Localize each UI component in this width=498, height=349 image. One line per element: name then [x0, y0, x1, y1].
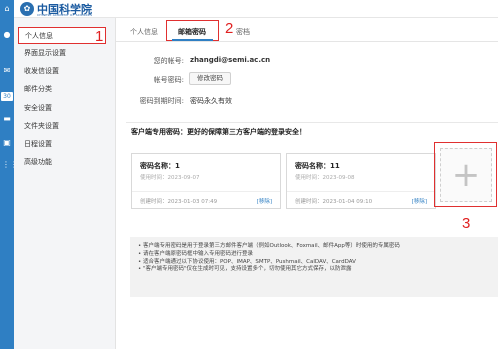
card-name: 密码名称：11: [295, 162, 340, 170]
sidebar-item-folders[interactable]: 文件夹设置: [14, 118, 115, 135]
remove-link[interactable]: [移除]: [257, 197, 272, 205]
settings-sidebar: 个人信息 界面显示设置 收发信设置 邮件分类 安全设置 文件夹设置 日程设置 高…: [14, 18, 116, 349]
user-icon[interactable]: ●: [2, 30, 12, 39]
account-label: 您的帐号:: [153, 57, 184, 65]
tab-highlight-box: [166, 20, 219, 41]
logo-bar: ✿ 中国科学院 CHINESE ACADEMY OF SCIENCES: [14, 0, 498, 18]
client-password-notes: • 客户端专用密码是用于登录第三方邮件客户端（例如Outlook、Foxmail…: [130, 237, 498, 297]
password-label: 帐号密码:: [153, 76, 184, 84]
plus-icon[interactable]: +: [440, 148, 492, 202]
account-value: zhangdi@semi.ac.cn: [190, 56, 271, 64]
card-created-time: 创建时间：2023-01-03 07:49: [140, 199, 218, 205]
tab-password-archive[interactable]: 密档: [236, 23, 250, 41]
sidebar-item-advanced[interactable]: 高级功能: [14, 154, 115, 171]
note-line: • "客户端专用密码"仅在生成时可见，支持设置多个，切勿使用其它方式保存，以防泄…: [138, 266, 352, 273]
sidebar-item-calendar[interactable]: 日程设置: [14, 136, 115, 153]
note-line: • 客户端专用密码是用于登录第三方邮件客户端（例如Outlook、Foxmail…: [138, 243, 400, 249]
card-used-time: 使用时间：2023-09-07: [140, 175, 200, 181]
section-divider: [126, 122, 498, 123]
note-line: • 请在客户端原密码框中输入专用密码进行登录: [138, 250, 253, 257]
tab-active-underline: [172, 39, 213, 41]
annotation-2: 2: [225, 20, 234, 37]
sidebar-item-personal-info[interactable]: 个人信息: [18, 27, 106, 44]
card-used-time: 使用时间：2023-09-08: [295, 175, 355, 181]
annotation-1: 1: [95, 28, 104, 45]
card-footer: 创建时间：2023-01-04 09:10 [移除]: [287, 191, 435, 209]
change-password-button[interactable]: 修改密码: [189, 72, 231, 85]
brand-subtitle: CHINESE ACADEMY OF SCIENCES: [37, 13, 93, 17]
card-footer: 创建时间：2023-01-03 07:49 [移除]: [132, 191, 280, 209]
home-icon[interactable]: ⌂: [2, 4, 12, 13]
contacts-icon[interactable]: ▣: [2, 138, 12, 147]
client-password-card: 密码名称：11 使用时间：2023-09-08 创建时间：2023-01-04 …: [286, 153, 436, 209]
left-icon-rail: ⌂ ● ✉ 30 ▬ ▣ ⋮⋮: [0, 0, 18, 349]
expiry-value: 密码永久有效: [190, 97, 232, 105]
remove-link[interactable]: [移除]: [412, 197, 427, 205]
folder-icon[interactable]: ▬: [2, 114, 12, 123]
card-created-time: 创建时间：2023-01-04 09:10: [295, 199, 373, 205]
card-name: 密码名称：1: [140, 162, 180, 170]
client-password-card: 密码名称：1 使用时间：2023-09-07 创建时间：2023-01-03 0…: [131, 153, 281, 209]
calendar-icon[interactable]: 30: [1, 92, 13, 101]
cas-emblem-icon: ✿: [20, 2, 34, 16]
annotation-3: 3: [462, 215, 471, 232]
apps-grid-icon[interactable]: ⋮⋮: [2, 160, 18, 169]
client-password-section-title: 客户端专用密码：更好的保障第三方客户端的登录安全！: [131, 128, 306, 136]
mail-icon[interactable]: ✉: [2, 66, 12, 75]
expiry-label: 密码到期时间:: [139, 97, 184, 105]
tab-personal-info[interactable]: 个人信息: [130, 23, 158, 41]
